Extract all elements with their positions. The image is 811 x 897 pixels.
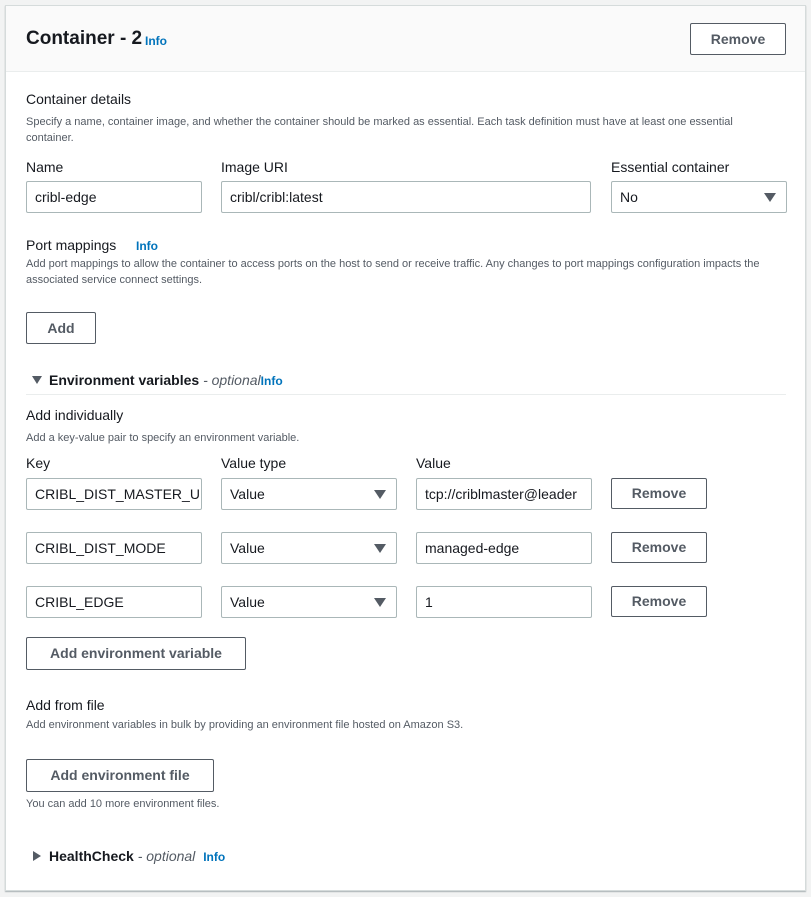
add-individually-description: Add a key-value pair to specify an envir… (26, 432, 300, 444)
key-header: Key (26, 455, 51, 471)
essential-container-label: Essential container (611, 159, 730, 175)
value-type-header: Value type (221, 455, 287, 471)
page-title: Container - 2 (26, 28, 143, 49)
add-from-file-title: Add from file (26, 697, 105, 713)
essential-container-value: No (620, 189, 638, 205)
name-label: Name (26, 159, 64, 175)
image-uri-input[interactable]: cribl/cribl:latest (221, 181, 591, 213)
value-header: Value (416, 455, 451, 471)
caret-right-icon[interactable] (33, 851, 41, 861)
port-mappings-title: Port mappings (26, 237, 117, 253)
add-environment-file-button[interactable]: Add environment file (26, 759, 214, 792)
container-info-link[interactable]: Info (145, 34, 167, 48)
port-mappings-description: Add port mappings to allow the container… (26, 258, 760, 286)
env-value-type-select[interactable]: Value (221, 478, 397, 510)
env-value-type-select[interactable]: Value (221, 586, 397, 618)
env-value-input[interactable]: 1 (416, 586, 592, 618)
caret-down-icon[interactable] (32, 376, 42, 384)
remove-env-button[interactable]: Remove (611, 478, 707, 509)
env-key-input[interactable]: CRIBL_EDGE (26, 586, 202, 618)
caret-down-icon (374, 490, 386, 499)
add-port-mapping-button[interactable]: Add (26, 312, 96, 344)
name-input[interactable]: cribl-edge (26, 181, 202, 213)
env-value-type-value: Value (230, 540, 265, 556)
env-value-type-value: Value (230, 486, 265, 502)
remove-env-button[interactable]: Remove (611, 532, 707, 563)
env-key-input[interactable]: CRIBL_DIST_MODE (26, 532, 202, 564)
add-from-file-description: Add environment variables in bulk by pro… (26, 719, 464, 731)
caret-down-icon (764, 193, 776, 202)
healthcheck-title: HealthCheck (49, 848, 134, 864)
remove-container-button[interactable]: Remove (690, 23, 786, 55)
env-key-input[interactable]: CRIBL_DIST_MASTER_URL (26, 478, 202, 510)
caret-down-icon (374, 598, 386, 607)
container-panel: Container - 2 Info Remove Container deta… (5, 5, 806, 891)
env-value-type-value: Value (230, 594, 265, 610)
environment-variables-toggle[interactable]: Environment variables - optionalInfo (49, 372, 283, 388)
env-value-type-select[interactable]: Value (221, 532, 397, 564)
container-details-description: Specify a name, container image, and whe… (26, 116, 733, 144)
healthcheck-toggle[interactable]: HealthCheck - optional Info (49, 848, 225, 864)
healthcheck-optional: - optional (137, 848, 196, 864)
port-mappings-info-link[interactable]: Info (136, 239, 158, 253)
environment-variables-info-link[interactable]: Info (261, 374, 283, 388)
env-value-input[interactable]: tcp://criblmaster@leader (416, 478, 592, 510)
caret-down-icon (374, 544, 386, 553)
environment-variables-title: Environment variables (49, 372, 200, 388)
essential-container-select[interactable]: No (611, 181, 787, 213)
add-environment-variable-button[interactable]: Add environment variable (26, 637, 246, 670)
remove-env-button[interactable]: Remove (611, 586, 707, 617)
healthcheck-info-link[interactable]: Info (203, 850, 225, 864)
environment-file-hint: You can add 10 more environment files. (26, 798, 220, 810)
divider (26, 394, 786, 395)
image-uri-label: Image URI (221, 159, 288, 175)
env-value-input[interactable]: managed-edge (416, 532, 592, 564)
environment-variables-optional: - optional (203, 372, 261, 388)
panel-header: Container - 2 Info Remove (6, 6, 805, 72)
container-details-title: Container details (26, 91, 132, 107)
add-individually-title: Add individually (26, 407, 124, 423)
